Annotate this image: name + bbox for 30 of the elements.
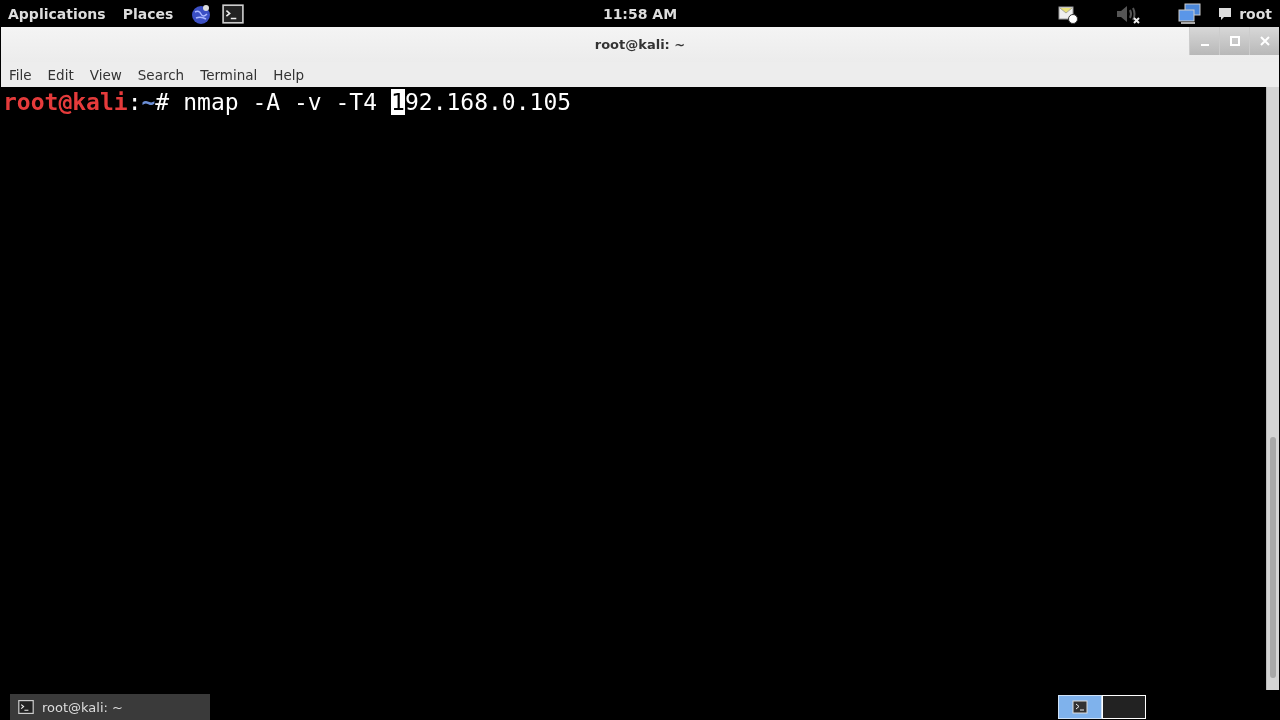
menu-item[interactable]: Edit — [47, 66, 74, 83]
window-title: root@kali: ~ — [594, 37, 686, 52]
close-icon — [1258, 35, 1271, 47]
menu-item[interactable]: View — [89, 66, 122, 83]
taskbar-item[interactable]: root@kali: ~ — [10, 694, 210, 720]
prompt-symbol: # — [155, 89, 170, 115]
menu-item[interactable]: Terminal — [200, 66, 258, 83]
globe-icon[interactable] — [190, 2, 213, 25]
cursor: 1 — [391, 89, 405, 115]
maximize-icon — [1228, 35, 1241, 47]
prompt-path: ~ — [141, 89, 156, 115]
command-text: 92.168.0.105 — [404, 89, 572, 115]
panel-menu[interactable]: Places — [122, 5, 174, 22]
menu-item[interactable]: File — [9, 66, 32, 83]
panel-menu[interactable]: Applications — [8, 5, 106, 22]
terminal-icon — [1072, 700, 1088, 714]
menu-item[interactable]: Search — [137, 66, 185, 83]
scrollbar[interactable] — [1266, 87, 1279, 690]
user-menu[interactable]: root — [1239, 5, 1272, 22]
clock[interactable]: 11:58 AM — [602, 5, 678, 22]
menu-item[interactable]: Help — [273, 66, 305, 83]
chat-icon[interactable] — [1217, 5, 1234, 22]
workspace-button[interactable] — [1058, 695, 1102, 719]
network-icon[interactable] — [1177, 2, 1204, 25]
prompt-separator: : — [127, 89, 142, 115]
command-text: nmap -A -v -T4 — [183, 89, 378, 115]
terminal-icon[interactable] — [18, 699, 34, 715]
terminal-icon[interactable] — [222, 2, 245, 25]
prompt-user: root@kali — [3, 89, 128, 115]
minimize-icon — [1200, 44, 1209, 46]
